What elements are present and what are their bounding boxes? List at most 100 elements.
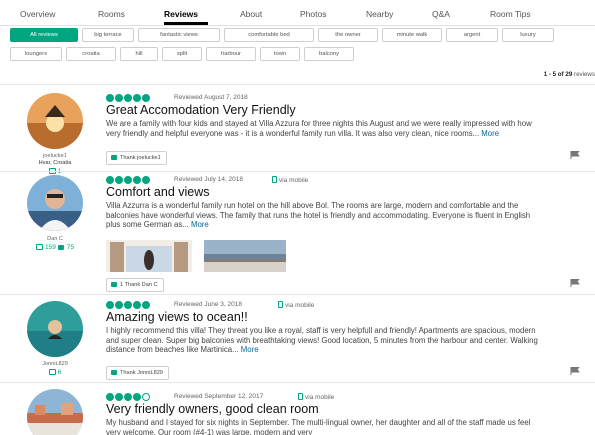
review-count-icon (48, 369, 56, 375)
tab-reviews[interactable]: Reviews (164, 9, 198, 19)
reviewer-location: Hvar, Croatia (38, 160, 72, 166)
rating-bubble-icon (106, 94, 114, 102)
bubble-rating (106, 301, 150, 309)
thank-button[interactable]: Thank JonniL829 (106, 366, 169, 380)
rating-bubble-empty-icon (142, 393, 150, 401)
filter-tag[interactable]: minute walk (382, 28, 442, 42)
rating-bubble-icon (106, 176, 114, 184)
rating-bubble-icon (115, 176, 123, 184)
reviewer-stats: 159 75 (0, 244, 110, 251)
bubble-rating (106, 94, 150, 102)
avatar[interactable] (27, 301, 83, 357)
avatar[interactable] (27, 389, 83, 435)
reviewer-name[interactable]: JonniL829 (0, 361, 110, 367)
review-card: Dan C 159 75 Reviewed July 14, 2018 via … (0, 171, 595, 294)
more-link[interactable]: More (241, 345, 259, 354)
thumbs-up-icon (111, 155, 117, 160)
review-date: Reviewed September 12, 2017 (174, 393, 264, 400)
flag-icon[interactable] (570, 151, 580, 159)
filter-tag[interactable]: argent (446, 28, 498, 42)
filter-tag[interactable]: the owner (318, 28, 378, 42)
thank-button[interactable]: Thank joelucke1 (106, 151, 167, 165)
filter-tag[interactable]: split (162, 47, 202, 61)
review-card: JonniL829 6 Reviewed June 3, 2018 via mo… (0, 294, 595, 382)
filter-tag[interactable]: hill (120, 47, 158, 61)
via-mobile: via mobile (272, 176, 308, 184)
rating-bubble-icon (124, 393, 132, 401)
rating-bubble-icon (124, 94, 132, 102)
filter-tag[interactable]: big terrace (82, 28, 134, 42)
filter-tag[interactable]: harbour (206, 47, 256, 61)
avatar[interactable] (27, 175, 83, 231)
reviewer-name[interactable]: joelucke1 (0, 153, 110, 159)
mobile-phone-icon (278, 301, 283, 308)
review-date: Reviewed July 14, 2018 (174, 176, 244, 183)
review-count-icon (36, 244, 44, 250)
tab-nearby[interactable]: Nearby (366, 9, 393, 19)
review-count: 1 - 5 of 29 reviews (543, 71, 595, 78)
filter-tag[interactable]: balcony (304, 47, 354, 61)
rating-bubble-icon (124, 176, 132, 184)
filter-tag[interactable]: luxury (502, 28, 554, 42)
thumbs-up-icon (111, 282, 117, 287)
mobile-phone-icon (272, 176, 277, 183)
rating-bubble-icon (124, 301, 132, 309)
review-photo[interactable] (106, 240, 192, 272)
review-body: We are a family with four kids and staye… (106, 119, 532, 138)
tab-overview[interactable]: Overview (20, 9, 55, 19)
flag-icon[interactable] (570, 367, 580, 375)
flag-icon[interactable] (570, 279, 580, 287)
review-card: joelucke1 Hvar, Croatia 1 Reviewed Augus… (0, 84, 595, 175)
filter-tag[interactable]: croatia (66, 47, 116, 61)
bubble-rating (106, 176, 150, 184)
avatar-image (27, 389, 83, 435)
rating-bubble-icon (133, 176, 141, 184)
rating-bubble-icon (106, 301, 114, 309)
helpful-votes-icon (57, 245, 64, 250)
review-title[interactable]: Great Accomodation Very Friendly (106, 103, 296, 117)
review-date: Reviewed August 7, 2018 (174, 94, 248, 101)
avatar-image (27, 175, 83, 231)
thumbs-up-icon (111, 370, 117, 375)
rating-bubble-icon (133, 393, 141, 401)
reviewer-stats: 6 (0, 369, 110, 376)
rating-bubble-icon (115, 94, 123, 102)
tab-room-tips[interactable]: Room Tips (490, 9, 531, 19)
filter-tag[interactable]: town (260, 47, 300, 61)
tab-qa[interactable]: Q&A (432, 9, 450, 19)
via-mobile: via mobile (298, 393, 334, 401)
rating-bubble-icon (142, 176, 150, 184)
filter-tag[interactable]: fantastic views (138, 28, 220, 42)
rating-bubble-icon (142, 94, 150, 102)
rating-bubble-icon (106, 393, 114, 401)
rating-bubble-icon (133, 94, 141, 102)
review-body: I highly recommend this villa! They thre… (106, 326, 538, 355)
avatar-image (27, 301, 83, 357)
avatar[interactable] (27, 93, 83, 149)
filter-tag[interactable]: loungers (10, 47, 62, 61)
more-link[interactable]: More (481, 129, 499, 138)
review-title[interactable]: Amazing views to ocean!! (106, 310, 248, 324)
via-mobile: via mobile (278, 301, 314, 309)
filter-tag[interactable]: comfortable bed (224, 28, 314, 42)
tab-photos[interactable]: Photos (300, 9, 326, 19)
review-body: My husband and I stayed for six nights i… (106, 418, 531, 435)
tab-rooms[interactable]: Rooms (98, 9, 125, 19)
filter-all-reviews[interactable]: All reviews (10, 28, 78, 42)
reviewer-name[interactable]: Dan C (0, 236, 110, 242)
review-tabs: Overview Rooms Reviews About Photos Near… (0, 0, 595, 26)
mobile-phone-icon (298, 393, 303, 400)
review-title[interactable]: Very friendly owners, good clean room (106, 402, 319, 416)
tab-about[interactable]: About (240, 9, 262, 19)
active-tab-indicator (164, 22, 208, 25)
more-link[interactable]: More (191, 220, 209, 229)
rating-bubble-icon (115, 301, 123, 309)
rating-bubble-icon (133, 301, 141, 309)
review-title[interactable]: Comfort and views (106, 185, 210, 199)
rating-bubble-icon (115, 393, 123, 401)
review-photo[interactable] (204, 240, 286, 272)
review-card: Reviewed September 12, 2017 via mobile V… (0, 382, 595, 435)
avatar-image (27, 93, 83, 149)
review-body: Villa Azzurra is a wonderful family run … (106, 201, 531, 230)
thank-button[interactable]: 1 Thank Dan C (106, 278, 164, 292)
